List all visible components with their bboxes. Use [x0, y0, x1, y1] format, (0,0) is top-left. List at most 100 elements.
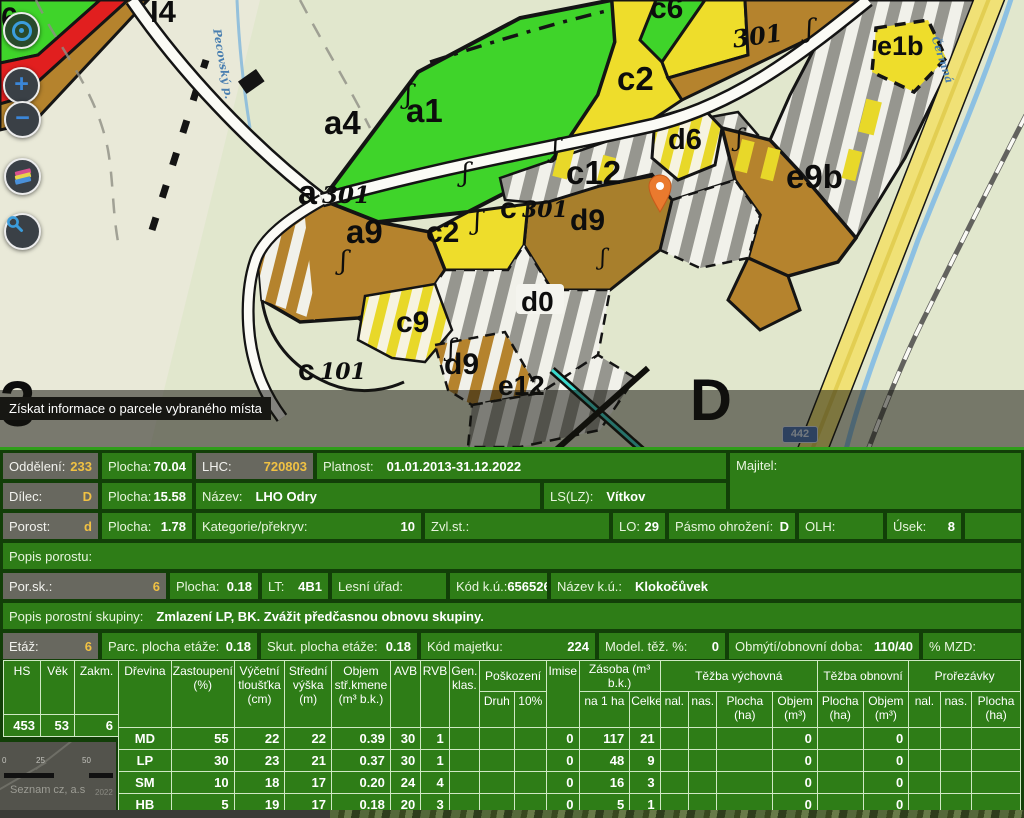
field-kod-majetku: Kód majetku:224 — [421, 633, 595, 659]
scale-tick: 50 — [82, 756, 91, 765]
species-value-cell: 0.39 — [332, 728, 391, 750]
field-dilec: Dílec:D — [3, 483, 98, 509]
species-row: SM1018170.20244016300 — [119, 772, 1021, 794]
scale-tick: 25 — [36, 756, 45, 765]
species-value-cell — [480, 750, 514, 772]
species-value-cell — [717, 728, 773, 750]
species-value-cell — [972, 750, 1021, 772]
col-nas-v: nas. — [689, 692, 717, 728]
species-value-cell: 0 — [863, 750, 909, 772]
col-imise: Imise — [547, 661, 579, 728]
col-group-prorezavky: Prořezávky — [909, 661, 1021, 692]
species-value-cell: 18 — [234, 772, 285, 794]
field-zvlst: Zvl.st.: — [425, 513, 609, 539]
attribution-text: Seznam cz, a.s — [10, 784, 85, 796]
col-plocha-o: Plocha (ha) — [817, 692, 863, 728]
species-value-cell — [480, 772, 514, 794]
species-value-cell: 1 — [421, 750, 449, 772]
species-value-cell — [514, 772, 546, 794]
field-kod-ku: Kód k.ú.:656526 — [450, 573, 547, 599]
field-mzd: % MZD: — [923, 633, 1021, 659]
species-value-cell: 23 — [234, 750, 285, 772]
species-value-cell — [817, 772, 863, 794]
species-value-cell — [660, 772, 688, 794]
field-majitel: Majitel: — [730, 453, 1021, 509]
species-value-cell: 16 — [579, 772, 630, 794]
species-value-cell: 1 — [421, 728, 449, 750]
field-pasmo: Pásmo ohrožení:D — [669, 513, 795, 539]
species-value-cell — [909, 750, 940, 772]
species-value-cell: 4 — [421, 772, 449, 794]
species-value-cell — [972, 728, 1021, 750]
field-plocha-porsk: Plocha:0.18 — [170, 573, 258, 599]
map-canvas[interactable]: 6I4c6301e1bc2a4a1d6c12e9ba301a9c2c301d9d… — [0, 0, 1024, 447]
field-parc-plocha-etaze: Parc. plocha etáže:0.18 — [102, 633, 257, 659]
field-usek: Úsek:8 — [887, 513, 961, 539]
col-group-tezba-vychovna: Těžba výchovná — [660, 661, 817, 692]
species-name-cell: SM — [119, 772, 172, 794]
species-value-cell: 0 — [547, 728, 579, 750]
species-value-cell: 117 — [579, 728, 630, 750]
field-porsk: Por.sk.:6 — [3, 573, 166, 599]
search-button[interactable] — [4, 213, 41, 250]
species-value-cell — [972, 772, 1021, 794]
species-value-cell — [817, 728, 863, 750]
hs-value: 453 — [4, 715, 41, 737]
species-value-cell — [480, 728, 514, 750]
species-value-cell: 0 — [547, 750, 579, 772]
col-zakm: Zakm. — [75, 661, 119, 715]
species-row: LP3023210.37301048900 — [119, 750, 1021, 772]
col-objem: Objem stř.kmene (m³ b.k.) — [332, 661, 391, 728]
species-value-cell — [717, 750, 773, 772]
species-value-cell: 0 — [547, 772, 579, 794]
zoom-out-button[interactable]: − — [4, 101, 41, 138]
species-value-cell — [689, 750, 717, 772]
species-value-cell: 30 — [171, 750, 234, 772]
species-value-cell — [449, 772, 479, 794]
locate-button[interactable] — [3, 12, 40, 49]
species-value-cell: 0 — [863, 772, 909, 794]
zakm-value: 6 — [75, 715, 119, 737]
col-stredni: Střední výška (m) — [285, 661, 332, 728]
species-value-cell: 17 — [285, 772, 332, 794]
zoom-in-button[interactable]: + — [3, 67, 40, 104]
map-tooltip: Získat informace o parcele vybraného mís… — [0, 397, 271, 420]
field-etaz: Etáž:6 — [3, 633, 98, 659]
species-value-cell: 0.20 — [332, 772, 391, 794]
field-lslz: LS(LZ):Vítkov — [544, 483, 726, 509]
field-lesni-urad: Lesní úřad: — [332, 573, 446, 599]
col-celkem: Celkem — [630, 692, 660, 728]
col-10pct: 10% — [514, 692, 546, 728]
species-value-cell — [660, 750, 688, 772]
species-value-cell: 30 — [390, 750, 420, 772]
field-oddeleni: Oddělení:233 — [3, 453, 98, 479]
species-value-cell: 21 — [285, 750, 332, 772]
col-group-zasoba: Zásoba (m³ b.k.) — [579, 661, 660, 692]
parcel-info-panel: Oddělení:233 Plocha:70.04 LHC:720803 Pla… — [0, 447, 1024, 818]
species-value-cell — [909, 772, 940, 794]
col-nal-v: nal. — [660, 692, 688, 728]
minus-icon: − — [15, 106, 30, 131]
species-row: MD5522220.3930101172100 — [119, 728, 1021, 750]
field-obmyti: Obmýtí/obnovní doba:110/40 — [729, 633, 919, 659]
col-druh: Druh — [480, 692, 514, 728]
col-group-poskozeni: Poškození — [480, 661, 547, 692]
species-value-cell — [689, 772, 717, 794]
scale-tick: 0 — [2, 756, 6, 765]
col-vek: Věk — [41, 661, 75, 715]
stand-summary-table: HS Věk Zakm. 453 53 6 — [3, 660, 119, 737]
col-group-tezba-obnovni: Těžba obnovní — [817, 661, 908, 692]
field-empty — [965, 513, 1021, 539]
species-value-cell: 0 — [863, 728, 909, 750]
bottom-strip-dark — [0, 810, 330, 818]
species-value-cell — [909, 728, 940, 750]
col-nal-p: nal. — [909, 692, 940, 728]
stand-summary-row: 453 53 6 — [4, 715, 119, 737]
species-table: Dřevina Zastoupení (%) Výčetní tloušťka … — [118, 660, 1021, 816]
species-value-cell: 55 — [171, 728, 234, 750]
species-value-cell: 22 — [234, 728, 285, 750]
species-value-cell: 0.37 — [332, 750, 391, 772]
field-popis-skupiny: Popis porostní skupiny:Zmlazení LP, BK. … — [3, 603, 1021, 629]
layers-button[interactable] — [4, 158, 41, 195]
col-nas-p: nas. — [940, 692, 971, 728]
